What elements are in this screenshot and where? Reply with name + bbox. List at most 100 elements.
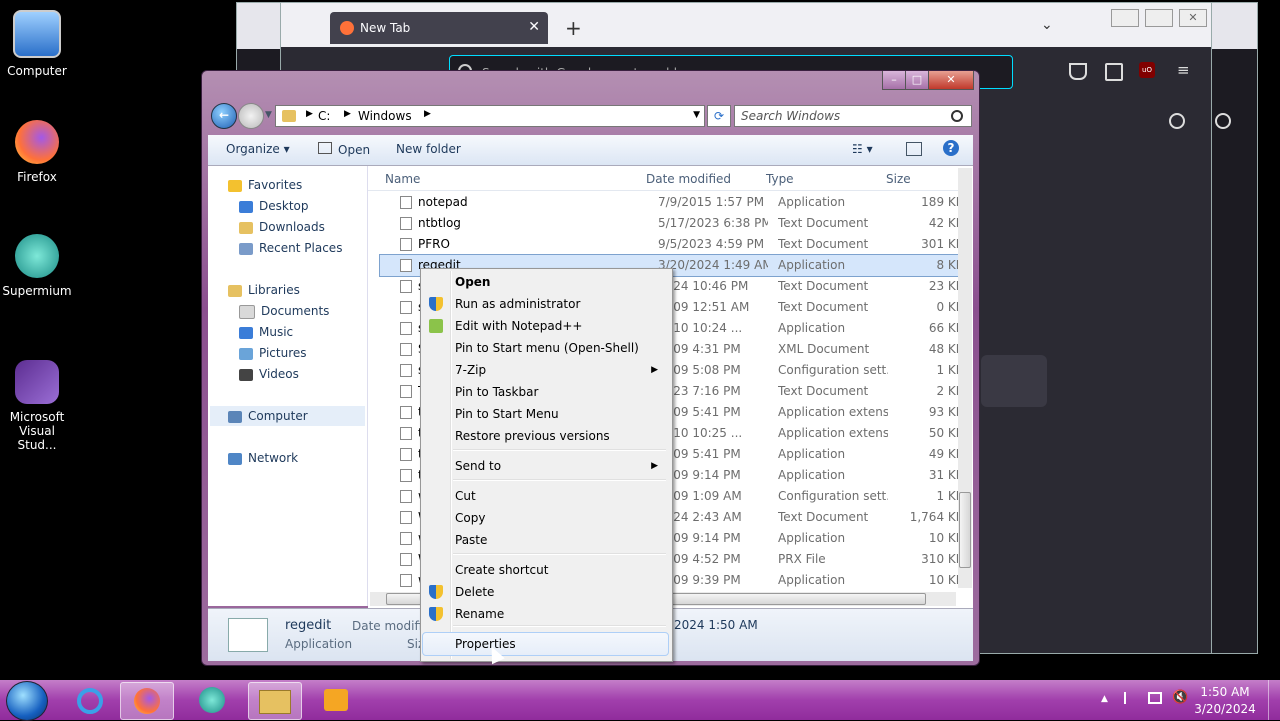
file-row[interactable]: PFRO 9/5/2023 4:59 PM Text Document 301 KB [380,234,968,255]
start-button[interactable] [6,681,48,721]
context-menu-item-pin-to-taskbar[interactable]: Pin to Taskbar [423,381,668,403]
taskbar-explorer-icon[interactable] [248,682,302,720]
file-row[interactable]: ntbtlog 5/17/2023 6:38 PM Text Document 42 … [380,213,968,234]
breadcrumb-windows[interactable]: Windows [358,109,412,123]
column-header-date[interactable]: Date modified [646,172,731,186]
vertical-scrollbar[interactable] [958,168,972,588]
file-row[interactable]: notepad 7/9/2015 1:57 PM Application 189 KB [380,192,968,213]
context-menu-item-send-to[interactable]: Send to ▶ [423,455,668,477]
file-size: 0 KB [936,300,964,314]
close-window-button[interactable]: ✕ [1179,9,1207,27]
search-input[interactable]: Search Windows [734,105,972,127]
command-bar: Organize ▾ Open New folder ☷ ▾ ? [208,135,973,166]
file-icon [400,238,412,251]
scroll-thumb[interactable] [959,492,971,568]
minimize-button[interactable] [1111,9,1139,27]
refresh-button[interactable]: ⟳ [707,105,731,127]
tab-new-tab[interactable]: New Tab ✕ [330,12,548,44]
desktop-icon-computer[interactable]: Computer [1,10,73,78]
settings-gear-icon[interactable] [1215,113,1231,129]
nav-music[interactable]: Music [239,322,293,342]
context-menu-item-run-as-administrator[interactable]: Run as administrator [423,293,668,315]
nav-favorites[interactable]: Favorites [228,175,302,195]
taskbar-media-player-icon[interactable] [310,682,362,718]
forward-button[interactable] [238,103,264,129]
network-tray-icon[interactable] [1148,692,1162,704]
taskbar-firefox-icon[interactable] [120,682,174,720]
file-icon [400,469,412,482]
nav-libraries[interactable]: Libraries [228,280,300,300]
file-size: 1 KB [936,363,964,377]
list-tabs-chevron-icon[interactable]: ⌄ [1041,17,1053,33]
desktop-icon-firefox[interactable]: Firefox [1,120,73,184]
nav-downloads[interactable]: Downloads [239,217,325,237]
desktop-icon-visual-studio[interactable]: Microsoft Visual Stud... [1,360,73,452]
file-icon [400,511,412,524]
clock-date[interactable]: 3/20/2024 [1192,702,1258,716]
volume-muted-icon[interactable]: 🔇 [1172,690,1188,705]
context-menu-item-restore-previous-versions[interactable]: Restore previous versions [423,425,668,447]
show-hidden-icons-icon[interactable]: ▲ [1101,694,1108,704]
action-center-flag-icon[interactable] [1124,692,1138,704]
file-type: Text Document [778,237,869,251]
close-tab-icon[interactable]: ✕ [528,19,540,35]
column-header-size[interactable]: Size [886,172,911,186]
shortcut-tile[interactable] [981,355,1047,407]
new-folder-button[interactable]: New folder [396,142,461,156]
settings-gear-icon[interactable] [1169,113,1185,129]
open-button[interactable]: Open [318,142,370,157]
column-header-name[interactable]: Name [385,172,420,186]
file-date: 2009 4:52 PM [658,552,741,566]
recent-pages-chevron-icon[interactable]: ▼ [265,110,272,120]
context-menu-item-create-shortcut[interactable]: Create shortcut [423,559,668,581]
nav-documents[interactable]: Documents [239,301,329,321]
context-menu-item-edit-with-notepad[interactable]: Edit with Notepad++ [423,315,668,337]
back-button[interactable]: ← [211,103,237,129]
nav-pictures[interactable]: Pictures [239,343,307,363]
breadcrumb-sep-icon: ▶ [344,109,351,119]
file-date: 2024 2:43 AM [658,510,742,524]
maximize-button[interactable]: □ [905,71,929,90]
file-icon [400,490,412,503]
close-button[interactable]: ✕ [928,71,974,90]
desktop-icon-supermium[interactable]: Supermium [1,234,73,298]
context-menu-item-rename[interactable]: Rename [423,603,668,625]
address-bar[interactable]: ▶ C: ▶ Windows ▶ ▼ [275,105,705,127]
organize-button[interactable]: Organize ▾ [226,142,290,156]
show-desktop-button[interactable] [1268,680,1280,720]
nav-network[interactable]: Network [228,448,298,468]
clock-time[interactable]: 1:50 AM [1192,685,1258,699]
context-menu-item-delete[interactable]: Delete [423,581,668,603]
taskbar-ie-icon[interactable] [64,682,116,718]
pocket-icon[interactable] [1069,63,1087,80]
extensions-icon[interactable] [1105,63,1123,81]
context-menu-item-open[interactable]: Open [423,271,668,293]
nav-desktop[interactable]: Desktop [239,196,309,216]
view-options-icon[interactable]: ☷ ▾ [852,142,873,156]
ublock-icon[interactable]: uO [1139,62,1155,78]
address-dropdown-icon[interactable]: ▼ [693,110,700,120]
context-menu-item-cut[interactable]: Cut [423,485,668,507]
menu-hamburger-icon[interactable]: ≡ [1177,63,1190,78]
nav-computer[interactable]: Computer [210,406,365,426]
file-type: Text Document [778,384,869,398]
taskbar-supermium-icon[interactable] [186,682,238,718]
context-menu-item-7-zip[interactable]: 7-Zip ▶ [423,359,668,381]
file-thumbnail-icon [228,618,268,652]
minimize-button[interactable]: – [882,71,906,90]
new-tab-plus-icon[interactable]: + [565,16,582,40]
file-icon [400,343,412,356]
context-menu-item-pin-to-start-menu-open-shell[interactable]: Pin to Start menu (Open-Shell) [423,337,668,359]
context-menu-item-paste[interactable]: Paste [423,529,668,551]
context-menu-item-properties[interactable]: Properties [422,632,669,656]
preview-pane-icon[interactable] [906,142,922,156]
maximize-button[interactable] [1145,9,1173,27]
context-menu-item-copy[interactable]: Copy [423,507,668,529]
nav-videos[interactable]: Videos [239,364,299,384]
breadcrumb-drive[interactable]: C: [318,109,330,123]
nav-recent-places[interactable]: Recent Places [239,238,342,258]
file-icon [400,364,412,377]
help-icon[interactable]: ? [943,140,959,156]
column-header-type[interactable]: Type [766,172,794,186]
context-menu-item-pin-to-start-menu[interactable]: Pin to Start Menu [423,403,668,425]
